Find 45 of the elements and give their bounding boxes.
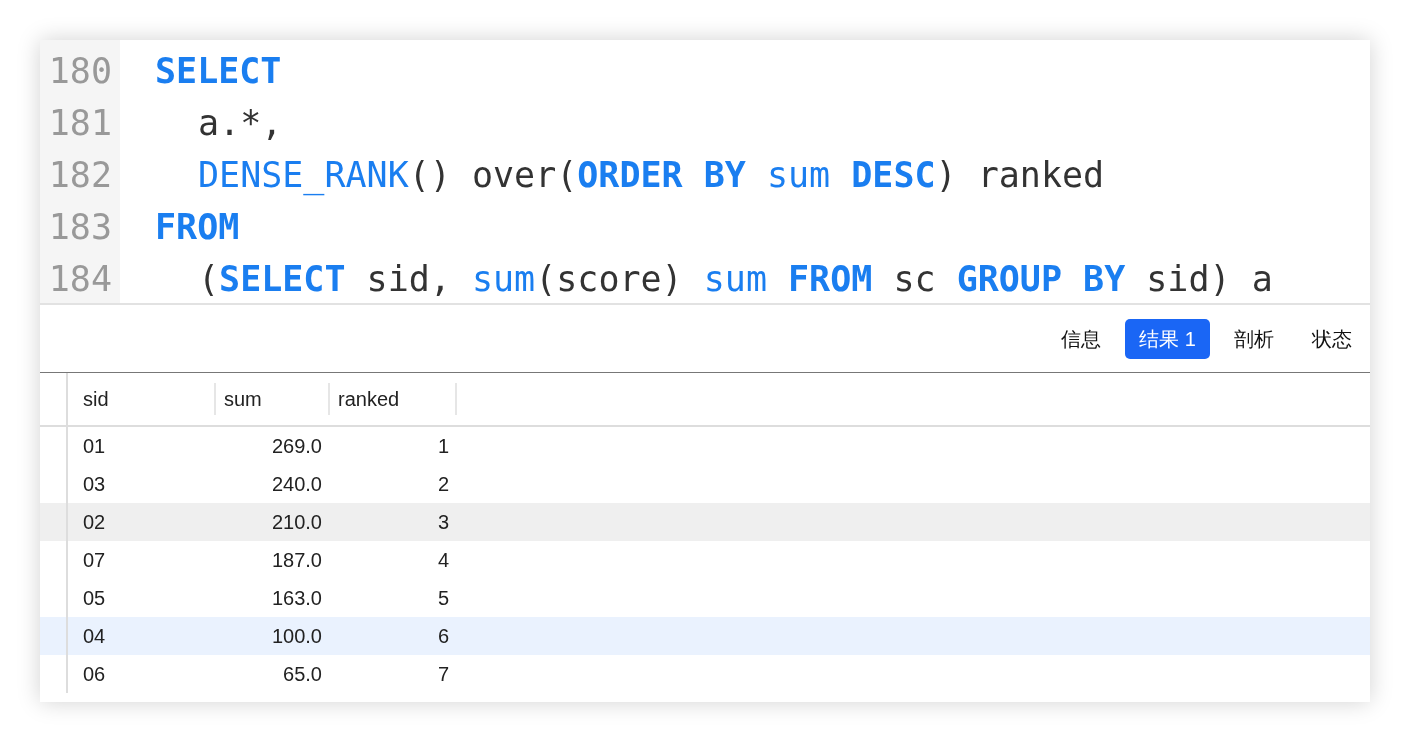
table-row[interactable]: 03 240.0 2: [40, 465, 1370, 503]
table-cell: 65.0: [283, 663, 322, 685]
table-cell: 4: [437, 549, 449, 571]
column-header[interactable]: ranked: [330, 383, 457, 415]
result-tab[interactable]: 状态: [1298, 318, 1366, 359]
table-cell: 240.0: [271, 473, 322, 495]
table-cell: 5: [437, 587, 449, 609]
table-row[interactable]: 05 163.0 5: [40, 579, 1370, 617]
table-cell: 03: [83, 473, 106, 495]
table-cell: 7: [437, 663, 449, 685]
line-number: 181: [47, 102, 113, 145]
table-cell: 07: [83, 549, 106, 571]
code-line: DENSE_RANK() over(ORDER BY sum DESC) ranked: [197, 154, 1106, 198]
table-row[interactable]: 04 100.0 6: [40, 617, 1370, 655]
line-number: 183: [47, 206, 113, 249]
table-row[interactable]: 01 269.0 1: [40, 427, 1370, 465]
line-number: 182: [47, 154, 113, 197]
result-tab[interactable]: 信息: [1047, 318, 1116, 359]
table-row[interactable]: 07 187.0 4: [40, 541, 1370, 579]
result-tab[interactable]: 结果 1: [1125, 318, 1210, 359]
table-cell: 02: [83, 511, 106, 533]
code-line: (SELECT sid, sum(score) sum FROM sc GROUP BY sid) a: [197, 258, 1273, 301]
table-cell: 100.0: [271, 625, 322, 647]
table-cell: 187.0: [271, 549, 322, 571]
column-header[interactable]: sid: [66, 383, 216, 415]
table-cell: 2: [437, 473, 449, 495]
table-cell: 06: [83, 663, 106, 685]
code-line: SELECT: [155, 50, 283, 93]
table-cell: 05: [83, 587, 106, 609]
table-cell: 3: [437, 511, 449, 533]
table-cell: 1: [437, 435, 449, 457]
table-cell: 01: [83, 435, 106, 457]
table-cell: 210.0: [271, 511, 322, 533]
table-cell: 269.0: [271, 435, 322, 457]
line-number: 184: [47, 258, 113, 301]
line-number: 180: [47, 50, 113, 93]
table-cell: 6: [437, 625, 449, 647]
table-cell: 04: [83, 625, 106, 647]
column-header[interactable]: sum: [216, 383, 330, 415]
code-line: a.*,: [197, 102, 284, 145]
table-cell: 163.0: [271, 587, 322, 609]
result-tab[interactable]: 剖析: [1220, 318, 1288, 359]
table-row[interactable]: 06 65.0 7: [40, 655, 1370, 693]
table-row[interactable]: 02 210.0 3: [40, 503, 1370, 541]
code-line: FROM: [155, 206, 241, 249]
